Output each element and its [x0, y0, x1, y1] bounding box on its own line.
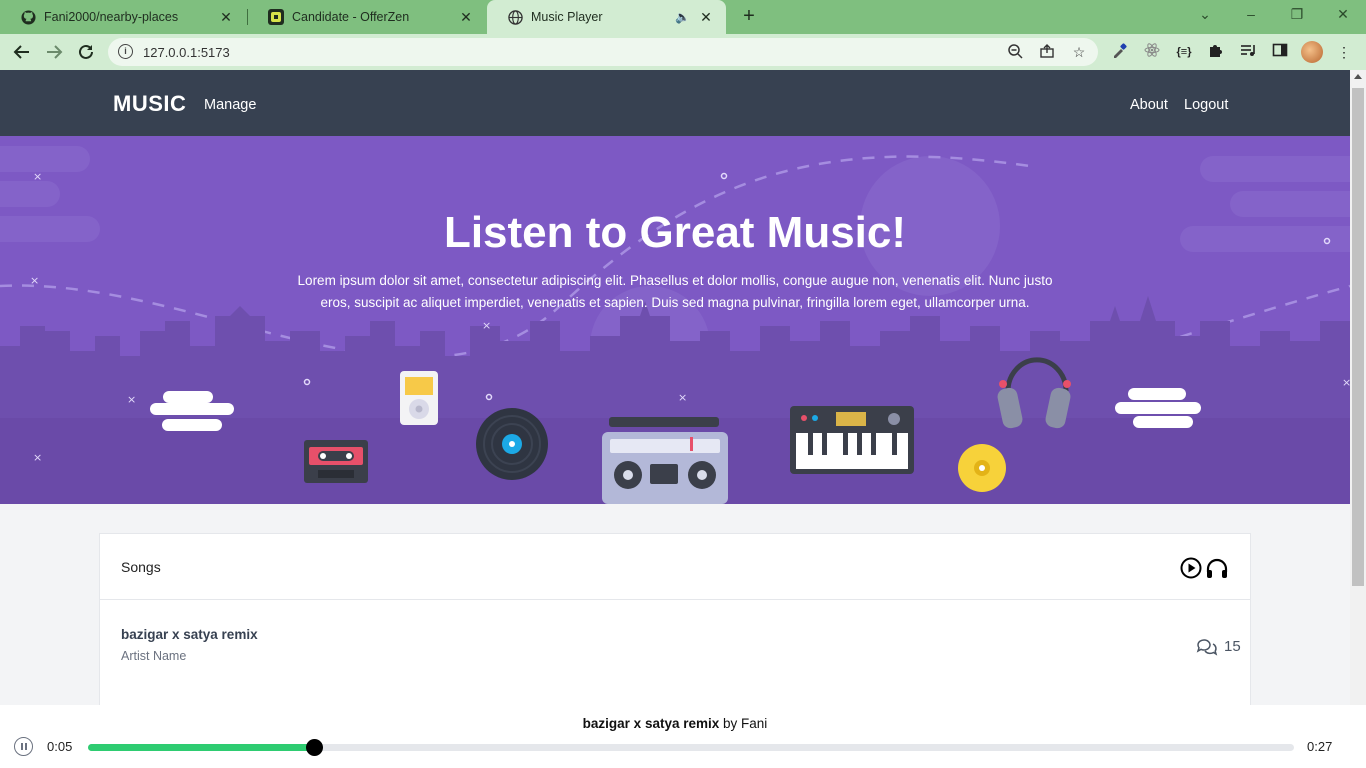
now-playing-title: bazigar x satya remix — [582, 716, 720, 731]
song-artist: Artist Name — [121, 649, 187, 663]
scrollbar-thumb[interactable] — [1352, 88, 1364, 586]
side-panel-icon[interactable] — [1270, 42, 1290, 62]
close-window-icon[interactable]: ✕ — [1333, 6, 1353, 23]
comment-count: 15 — [1196, 636, 1241, 656]
duration: 0:27 — [1307, 739, 1333, 754]
bookmark-star-icon[interactable]: ☆ — [1070, 43, 1088, 61]
audio-playing-icon[interactable]: 🔈 — [675, 10, 690, 24]
hero-title: Listen to Great Music! — [443, 208, 907, 257]
svg-text:×: × — [1342, 376, 1350, 389]
pause-icon[interactable] — [14, 737, 33, 756]
svg-text:×: × — [30, 274, 39, 287]
hero-description: Lorem ipsum dolor sit amet, consectetur … — [297, 273, 1053, 310]
current-time: 0:05 — [47, 739, 73, 754]
new-tab-button[interactable]: + — [738, 6, 760, 28]
reload-icon[interactable] — [74, 40, 98, 64]
song-title[interactable]: bazigar x satya remix — [121, 627, 258, 642]
progress-knob[interactable] — [305, 739, 323, 756]
progress-bar[interactable] — [88, 739, 1294, 756]
browser-tab-bar: Fani2000/nearby-places ✕ Candidate - Off… — [0, 0, 1366, 34]
now-playing: bazigar x satya remix by Fani — [0, 716, 1350, 731]
restore-icon[interactable]: ❐ — [1287, 6, 1307, 23]
browser-toolbar: i 127.0.0.1:5173 ☆ {≡} ⋮ — [0, 34, 1366, 70]
back-icon[interactable] — [10, 40, 34, 64]
svg-text:×: × — [33, 451, 42, 464]
app-header: MUSIC Manage About Logout — [0, 70, 1350, 136]
eyedropper-extension-icon[interactable] — [1110, 42, 1130, 62]
headphones-icon — [1205, 556, 1229, 580]
json-viewer-icon[interactable]: {≡} — [1174, 42, 1194, 62]
songs-card-header: Songs — [100, 534, 1250, 600]
hero-banner: × × × × × × × Listen to Great Music! Lor… — [0, 136, 1350, 504]
audio-player: bazigar x satya remix by Fani 0:05 0:27 — [0, 705, 1366, 768]
nav-logout[interactable]: Logout — [1184, 97, 1228, 113]
profile-avatar[interactable] — [1301, 41, 1323, 63]
svg-text:×: × — [127, 393, 136, 406]
close-tab-icon[interactable]: ✕ — [218, 9, 234, 26]
media-queue-icon[interactable] — [1238, 42, 1258, 62]
scroll-up-arrow[interactable] — [1354, 74, 1362, 79]
page-scrollbar[interactable] — [1350, 70, 1366, 768]
tab-title: Candidate - OfferZen — [292, 10, 410, 24]
now-playing-artist: Fani — [741, 716, 768, 731]
page-viewport: MUSIC Manage About Logout × × × × × × × … — [0, 70, 1350, 768]
chrome-menu-icon[interactable]: ⋮ — [1334, 42, 1354, 62]
brand-logo[interactable]: MUSIC — [113, 91, 186, 117]
song-list-item[interactable]: bazigar x satya remix Artist Name 15 — [100, 600, 1250, 700]
nav-about[interactable]: About — [1130, 97, 1168, 113]
react-devtools-icon[interactable] — [1142, 42, 1162, 62]
nav-manage[interactable]: Manage — [204, 97, 256, 113]
svg-text:×: × — [482, 319, 491, 332]
close-tab-icon[interactable]: ✕ — [698, 9, 714, 26]
songs-heading: Songs — [121, 559, 161, 575]
share-icon[interactable] — [1038, 43, 1056, 61]
globe-icon — [507, 9, 523, 25]
comment-count-value: 15 — [1224, 637, 1241, 655]
comments-icon — [1196, 639, 1218, 656]
extensions-puzzle-icon[interactable] — [1206, 42, 1226, 62]
tab-search-icon[interactable]: ⌄ — [1195, 6, 1215, 23]
close-tab-icon[interactable]: ✕ — [458, 9, 474, 26]
tab-offerzen[interactable]: Candidate - OfferZen ✕ — [248, 0, 486, 34]
minimize-icon[interactable]: – — [1241, 6, 1261, 22]
site-info-icon[interactable]: i — [118, 44, 133, 59]
svg-text:×: × — [678, 391, 687, 404]
url-text[interactable]: 127.0.0.1:5173 — [143, 45, 230, 60]
svg-text:×: × — [33, 170, 42, 183]
offerzen-icon — [268, 9, 284, 25]
tab-title: Music Player — [531, 10, 603, 24]
tab-title: Fani2000/nearby-places — [44, 10, 179, 24]
github-icon — [20, 9, 36, 25]
now-playing-by: by — [723, 716, 738, 731]
tab-nearby-places[interactable]: Fani2000/nearby-places ✕ — [0, 0, 246, 34]
tab-music-player[interactable]: Music Player 🔈 ✕ — [487, 0, 726, 34]
forward-icon[interactable] — [42, 40, 66, 64]
play-circle-icon[interactable] — [1179, 556, 1203, 580]
hero-illustration: × × × × × × × — [0, 146, 1350, 504]
address-bar[interactable]: i 127.0.0.1:5173 ☆ — [108, 38, 1098, 66]
zoom-out-icon[interactable] — [1006, 43, 1024, 61]
progress-fill — [88, 744, 314, 751]
